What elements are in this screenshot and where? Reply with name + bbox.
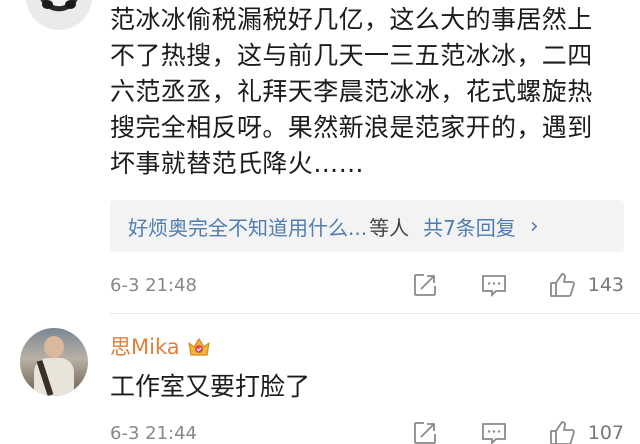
comment-body-line: 搜完全相反呀。果然新浪是范家开的，遇到 bbox=[110, 113, 593, 142]
comment-divider bbox=[110, 313, 640, 314]
username-text[interactable]: 思Mika bbox=[110, 331, 180, 361]
like-button[interactable]: 143 bbox=[548, 271, 624, 299]
comment-actions: 6-3 21:48 143 bbox=[110, 270, 624, 300]
user-avatar[interactable] bbox=[20, 328, 88, 396]
reply-users-suffix: 等人 bbox=[369, 215, 410, 240]
thumbs-up-icon bbox=[548, 419, 578, 444]
like-count: 143 bbox=[587, 274, 624, 296]
comment-timestamp: 6-3 21:44 bbox=[110, 422, 197, 444]
share-icon[interactable] bbox=[412, 272, 438, 298]
comment-body: 工作室又要打脸了 bbox=[110, 372, 311, 401]
comment-body-line: 不了热搜，这与前几天一三五范冰冰，二四 bbox=[110, 41, 593, 70]
comment-body: 范冰冰偷税漏税好几亿，这么大的事居然上 不了热搜，这与前几天一三五范冰冰，二四 … bbox=[110, 2, 620, 182]
thumbs-up-icon bbox=[548, 271, 578, 299]
comment-body-line: 范冰冰偷税漏税好几亿，这么大的事居然上 bbox=[110, 5, 593, 34]
comment-thread: 范冰冰偷税漏税好几亿，这么大的事居然上 不了热搜，这与前几天一三五范冰冰，二四 … bbox=[0, 0, 640, 444]
comment-timestamp: 6-3 21:48 bbox=[110, 274, 197, 296]
vip-crown-badge-icon bbox=[186, 334, 212, 358]
comment-icon[interactable] bbox=[480, 272, 508, 298]
comment-body-line: 六范丞丞，礼拜天李晨范冰冰，花式螺旋热 bbox=[110, 77, 593, 106]
panda-avatar[interactable] bbox=[26, 0, 92, 30]
like-count: 107 bbox=[587, 422, 624, 444]
reply-users-link[interactable]: 好烦奥完全不知道用什么... bbox=[128, 212, 367, 241]
comment-username[interactable]: 思Mika bbox=[110, 332, 212, 360]
replies-preview[interactable]: 好烦奥完全不知道用什么... 等人 共7条回复 › bbox=[110, 200, 624, 252]
reply-count-link[interactable]: 共7条回复 bbox=[423, 212, 516, 241]
comment-body-line: 坏事就替范氏降火…… bbox=[110, 149, 365, 178]
comment-actions: 6-3 21:44 107 bbox=[110, 418, 624, 444]
comment-icon[interactable] bbox=[480, 420, 508, 444]
share-icon[interactable] bbox=[412, 420, 438, 444]
like-button[interactable]: 107 bbox=[548, 419, 624, 444]
chevron-right-icon[interactable]: › bbox=[530, 214, 539, 239]
